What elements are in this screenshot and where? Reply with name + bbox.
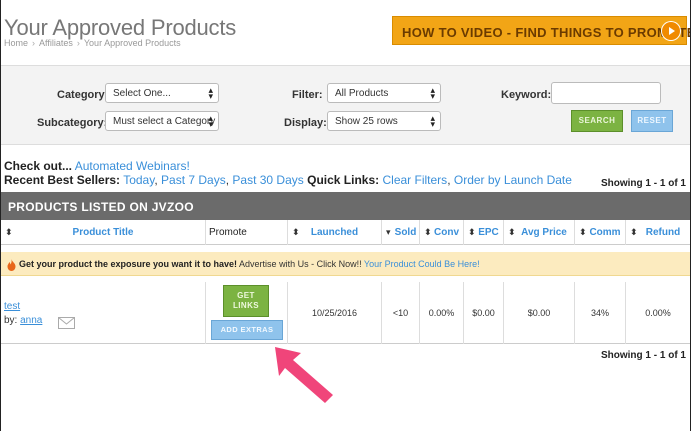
product-author: by: anna xyxy=(4,315,43,326)
column-header-comm[interactable]: ⬍ Comm xyxy=(575,220,626,245)
column-header-conv[interactable]: ⬍ Conv xyxy=(420,220,464,245)
breadcrumb-affiliates[interactable]: Affiliates xyxy=(39,38,73,48)
sold-cell: <10 xyxy=(382,282,420,344)
display-select-value: Show 25 rows xyxy=(335,116,398,127)
search-button[interactable]: SEARCH xyxy=(571,110,623,132)
results-count-bottom: Showing 1 - 1 of 1 xyxy=(600,350,686,361)
select-arrows-icon: ▴ ▾ xyxy=(208,85,213,101)
subcategory-label: Subcategory: xyxy=(37,117,108,129)
select-arrows-icon: ▴ ▾ xyxy=(208,113,213,129)
app-frame: Your Approved Products Home › Affiliates › Y… xyxy=(0,0,691,431)
epc-cell: $0.00 xyxy=(464,282,504,344)
conv-cell: 0.00% xyxy=(420,282,464,344)
recent-bestsellers-label: Recent Best Sellers: xyxy=(4,173,121,187)
display-select[interactable]: Show 25 rows ▴ ▾ xyxy=(327,111,441,131)
past-7-days-link[interactable]: Past 7 Days xyxy=(161,173,226,187)
display-label: Display: xyxy=(284,117,327,129)
play-icon xyxy=(661,21,681,41)
link-separator: , xyxy=(154,173,158,187)
filter-select-value: All Products xyxy=(335,88,389,99)
breadcrumb-separator: › xyxy=(32,38,36,48)
order-by-launch-date-link[interactable]: Order by Launch Date xyxy=(454,173,572,187)
filter-panel: Category: Select One... ▴ ▾ Subcategory: … xyxy=(1,65,690,145)
column-header-launched[interactable]: ⬍ Launched xyxy=(288,220,382,245)
promo-link[interactable]: Your Product Could Be Here! xyxy=(364,259,480,269)
quick-links-label: Quick Links: xyxy=(307,173,380,187)
category-select-value: Select One... xyxy=(113,88,171,99)
sort-desc-icon: ▾ xyxy=(386,227,391,237)
reset-button[interactable]: RESET xyxy=(631,110,673,132)
promo-text: Get your product the exposure you want i… xyxy=(19,259,480,269)
author-link[interactable]: anna xyxy=(20,315,42,326)
mail-icon[interactable] xyxy=(58,317,75,331)
checkout-line: Check out... Automated Webinars! xyxy=(4,159,190,173)
subcategory-select-value: Must select a Category al xyxy=(113,116,219,127)
flame-icon xyxy=(6,258,17,276)
column-header-avg-price[interactable]: ⬍ Avg Price xyxy=(504,220,575,245)
today-link[interactable]: Today xyxy=(123,173,154,187)
add-extras-button[interactable]: ADD EXTRAS xyxy=(211,320,283,340)
keyword-input[interactable] xyxy=(551,82,661,104)
category-select[interactable]: Select One... ▴ ▾ xyxy=(105,83,219,103)
table-header-row: ⬍ Product Title Promote ⬍ Launched ▾ Sol… xyxy=(1,220,690,245)
product-name-link[interactable]: test xyxy=(4,301,20,312)
howto-video-label: HOW TO VIDEO - FIND THINGS TO PROMOTE! xyxy=(402,25,691,40)
past-30-days-link[interactable]: Past 30 Days xyxy=(232,173,303,187)
refund-cell: 0.00% xyxy=(645,308,671,318)
link-separator: , xyxy=(447,173,451,187)
select-arrows-icon: ▴ ▾ xyxy=(430,85,435,101)
column-header-title[interactable]: ⬍ Product Title xyxy=(1,220,206,245)
select-arrows-icon: ▴ ▾ xyxy=(430,113,435,129)
breadcrumb-home[interactable]: Home xyxy=(4,38,28,48)
products-section-header: PRODUCTS LISTED ON JVZOO xyxy=(1,192,690,220)
column-header-promote: Promote xyxy=(206,220,288,245)
clear-filters-link[interactable]: Clear Filters xyxy=(383,173,448,187)
breadcrumb: Home › Affiliates › Your Approved Products xyxy=(4,38,181,48)
category-label: Category: xyxy=(57,89,109,101)
product-title-cell: test by: anna xyxy=(1,282,206,344)
column-header-epc[interactable]: ⬍ EPC xyxy=(464,220,504,245)
howto-video-button[interactable]: HOW TO VIDEO - FIND THINGS TO PROMOTE! xyxy=(392,16,690,45)
products-section-title: PRODUCTS LISTED ON JVZOO xyxy=(8,200,194,214)
page-header: Your Approved Products Home › Affiliates › Y… xyxy=(1,0,690,55)
get-links-button[interactable]: GET LINKS xyxy=(223,285,269,317)
launched-cell: 10/25/2016 xyxy=(288,282,382,344)
breadcrumb-separator: › xyxy=(76,38,80,48)
automated-webinars-link[interactable]: Automated Webinars! xyxy=(75,159,190,173)
annotation-arrow-icon xyxy=(275,347,333,403)
keyword-label: Keyword: xyxy=(501,89,552,101)
column-header-refund[interactable]: ⬍ Refund xyxy=(626,220,690,245)
filter-label: Filter: xyxy=(292,89,323,101)
recent-bestsellers-line: Recent Best Sellers: Today, Past 7 Days,… xyxy=(4,173,572,187)
results-count-top: Showing 1 - 1 of 1 xyxy=(600,178,686,189)
breadcrumb-current: Your Approved Products xyxy=(83,38,181,48)
filter-select[interactable]: All Products ▴ ▾ xyxy=(327,83,441,103)
table-row: test by: anna 10/25/2016 <10 0.00% $0.00… xyxy=(1,282,690,344)
checkout-prefix: Check out... xyxy=(4,159,73,173)
avg-price-cell: $0.00 xyxy=(504,282,575,344)
column-header-sold[interactable]: ▾ Sold xyxy=(382,220,420,245)
subcategory-select[interactable]: Must select a Category al ▴ ▾ xyxy=(105,111,219,131)
promo-banner: Get your product the exposure you want i… xyxy=(1,252,690,276)
link-separator: , xyxy=(225,173,230,187)
comm-cell: 34% xyxy=(575,282,626,344)
